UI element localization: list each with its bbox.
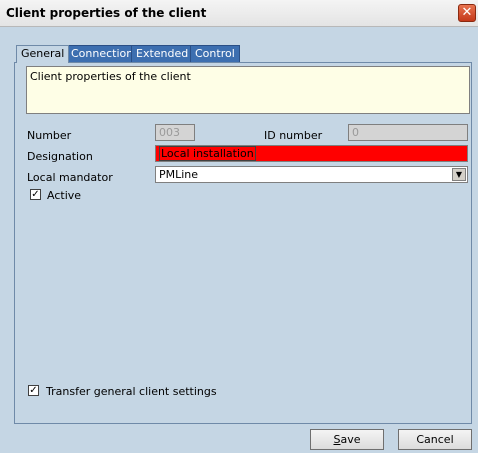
designation-field[interactable]: Local installation bbox=[155, 145, 468, 162]
save-label: ave bbox=[340, 433, 361, 446]
tab-panel-general bbox=[14, 62, 472, 424]
id-number-label: ID number bbox=[264, 129, 323, 142]
local-mandator-select[interactable]: PMLine ▼ bbox=[155, 166, 468, 183]
id-number-field[interactable]: 0 bbox=[348, 124, 468, 141]
transfer-settings-label: Transfer general client settings bbox=[46, 385, 217, 398]
number-field[interactable]: 003 bbox=[155, 124, 195, 141]
local-mandator-label: Local mandator bbox=[27, 171, 113, 184]
transfer-settings-checkbox[interactable]: ✓ bbox=[28, 385, 39, 396]
tab-general[interactable]: General bbox=[16, 45, 70, 63]
local-mandator-value: PMLine bbox=[159, 168, 199, 181]
tab-extended[interactable]: Extended bbox=[131, 45, 194, 62]
active-checkbox[interactable]: ✓ bbox=[30, 189, 41, 200]
number-label: Number bbox=[27, 129, 72, 142]
window-title: Client properties of the client bbox=[6, 6, 207, 20]
dialog-footer: Save Cancel bbox=[0, 426, 478, 453]
chevron-down-icon[interactable]: ▼ bbox=[452, 168, 466, 181]
close-icon[interactable]: ✕ bbox=[458, 4, 476, 22]
title-bar[interactable]: Client properties of the client ✕ bbox=[0, 0, 478, 27]
tab-control[interactable]: Control bbox=[190, 45, 240, 62]
designation-label: Designation bbox=[27, 150, 93, 163]
description-field[interactable]: Client properties of the client bbox=[26, 66, 470, 114]
tab-connection[interactable]: Connection bbox=[66, 45, 139, 62]
save-button[interactable]: Save bbox=[310, 429, 384, 450]
client-properties-dialog: Client properties of the client ✕ Genera… bbox=[0, 0, 478, 453]
cancel-button[interactable]: Cancel bbox=[398, 429, 472, 450]
active-label: Active bbox=[47, 189, 82, 202]
designation-value: Local installation bbox=[159, 146, 256, 161]
